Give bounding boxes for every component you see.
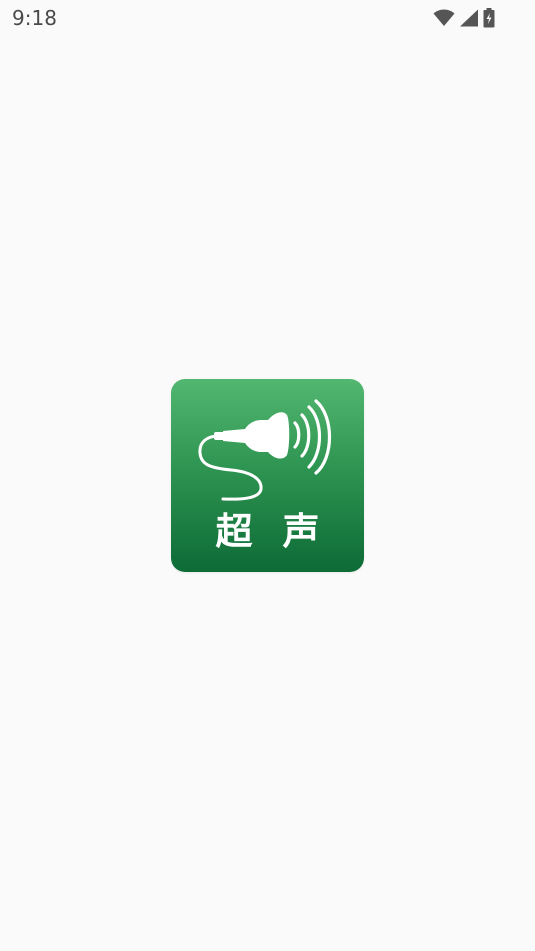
cellular-signal-icon [459,9,479,27]
logo-label: 超 声 [171,509,364,555]
wifi-icon [433,9,455,27]
battery-charging-icon [483,8,495,28]
status-bar: 9:18 [0,0,535,36]
status-icons [433,7,495,29]
logo-label-char-2: 声 [282,510,320,553]
app-splash-logo: 超 声 [171,379,364,572]
status-time: 9:18 [12,6,57,30]
logo-label-char-1: 超 [215,510,253,553]
